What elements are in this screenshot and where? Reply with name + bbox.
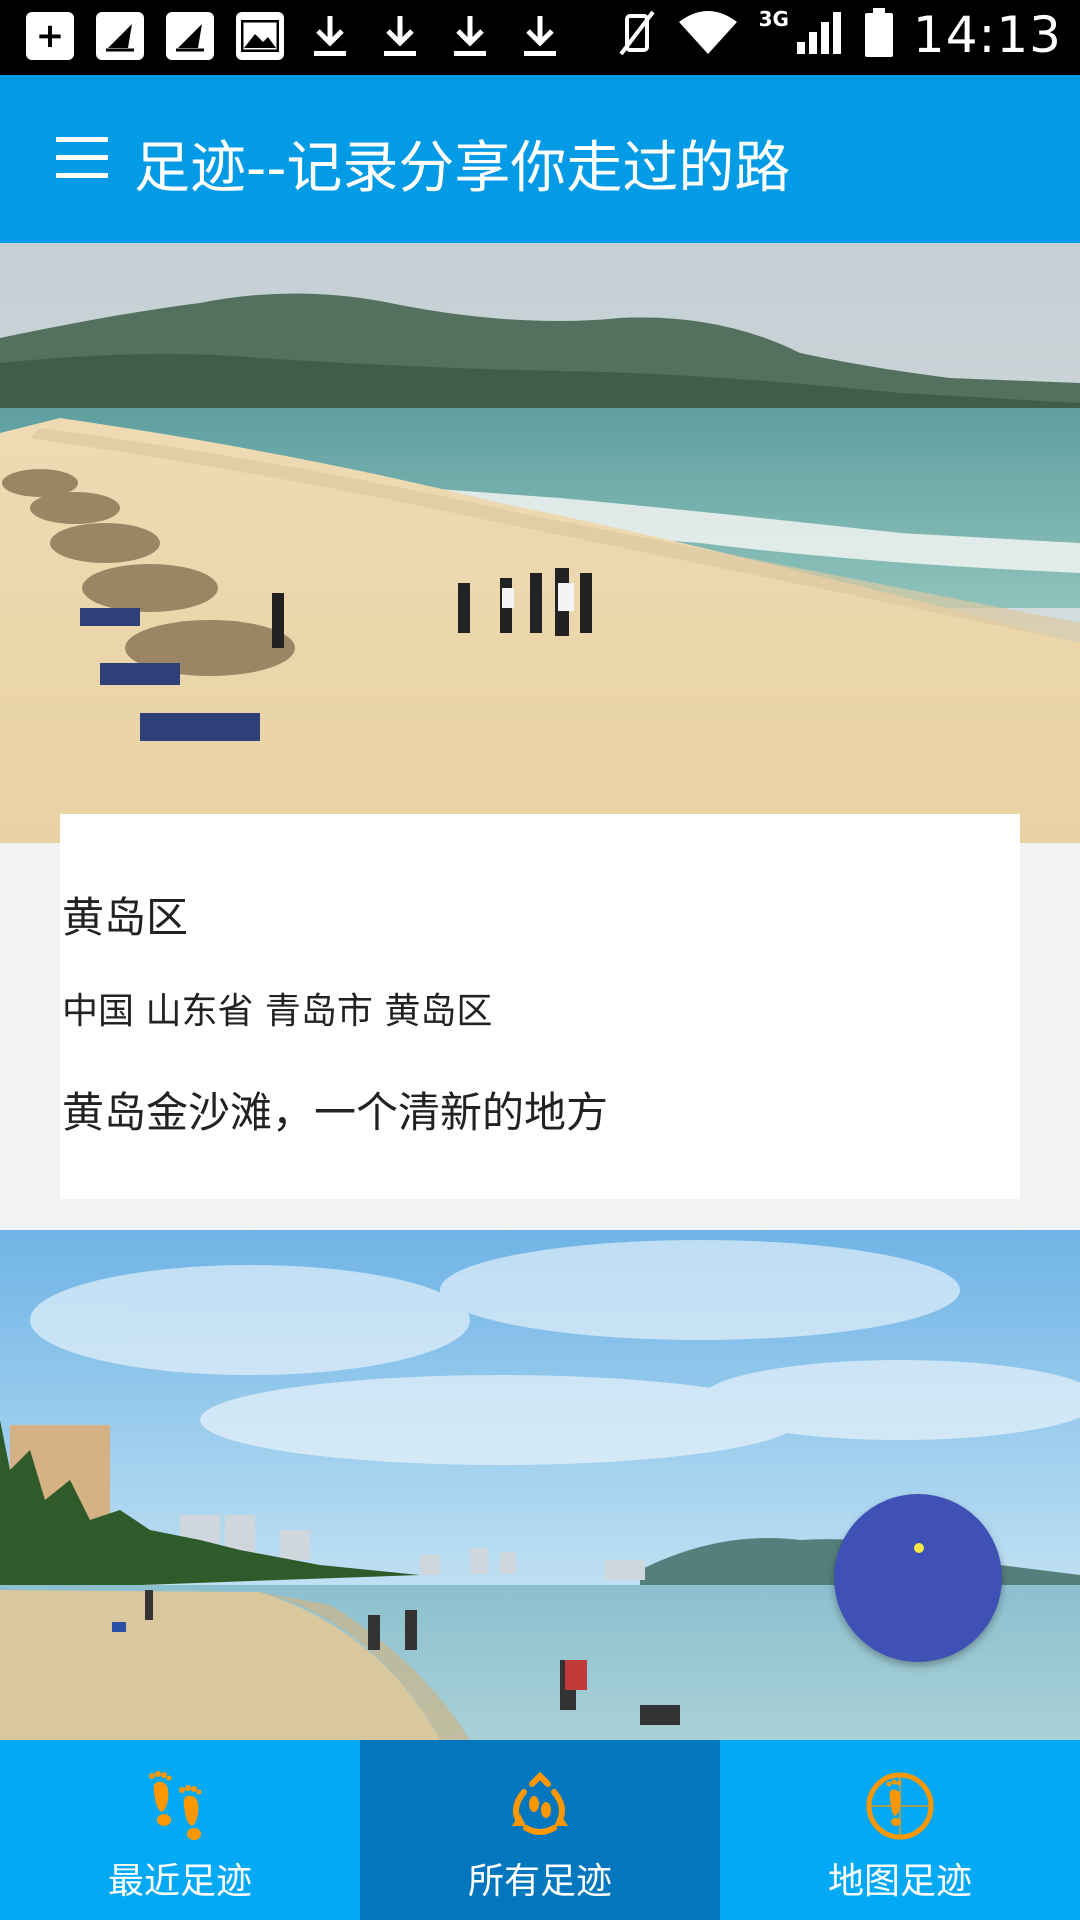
clock: 14:13 xyxy=(912,6,1062,64)
menu-icon[interactable] xyxy=(56,137,108,181)
nav-label: 最近足迹 xyxy=(107,1861,252,1902)
download-icon xyxy=(376,12,424,60)
image-icon xyxy=(236,12,284,60)
sailing-icon xyxy=(166,12,214,60)
footprint-photo[interactable] xyxy=(0,1230,1080,1740)
nav-item-all-footprints[interactable]: 所有足迹 xyxy=(360,1740,720,1920)
footprint-card[interactable]: 黄岛区 中国 山东省 青岛市 黄岛区 黄岛金沙滩，一个清新的地方 xyxy=(60,814,1020,1199)
download-icon xyxy=(446,12,494,60)
add-footprint-button[interactable] xyxy=(834,1494,1002,1662)
nav-item-recent-footprints[interactable]: 最近足迹 xyxy=(0,1740,360,1920)
nav-item-map-footprints[interactable]: 地图足迹 xyxy=(720,1740,1080,1920)
add-icon: + xyxy=(26,12,74,60)
recycle-footprints-icon xyxy=(504,1770,576,1842)
card-title: 黄岛区 xyxy=(62,893,189,942)
fab-indicator-dot xyxy=(914,1543,924,1553)
card-address: 中国 山东省 青岛市 黄岛区 xyxy=(62,991,493,1032)
download-icon xyxy=(516,12,564,60)
status-bar: + 3G 14:13 xyxy=(0,0,1080,75)
signal-icon xyxy=(795,10,845,60)
app-bar: 足迹--记录分享你走过的路 xyxy=(0,75,1080,243)
bottom-navigation: 最近足迹 所有足迹 地图足迹 xyxy=(0,1740,1080,1920)
app-title: 足迹--记录分享你走过的路 xyxy=(134,136,791,201)
map-footprint-icon xyxy=(864,1770,936,1842)
footprints-icon xyxy=(144,1770,216,1842)
wifi-icon xyxy=(677,10,739,60)
notification-icons: + xyxy=(26,12,564,60)
vibrate-off-icon xyxy=(617,10,657,60)
nav-label: 所有足迹 xyxy=(467,1861,612,1902)
network-type: 3G xyxy=(758,7,789,31)
battery-icon xyxy=(864,8,893,62)
sailing-icon xyxy=(96,12,144,60)
download-icon xyxy=(306,12,354,60)
footprint-photo[interactable] xyxy=(0,243,1080,843)
nav-label: 地图足迹 xyxy=(827,1861,972,1902)
status-right: 3G 14:13 xyxy=(617,6,1062,64)
card-description: 黄岛金沙滩，一个清新的地方 xyxy=(62,1088,609,1137)
